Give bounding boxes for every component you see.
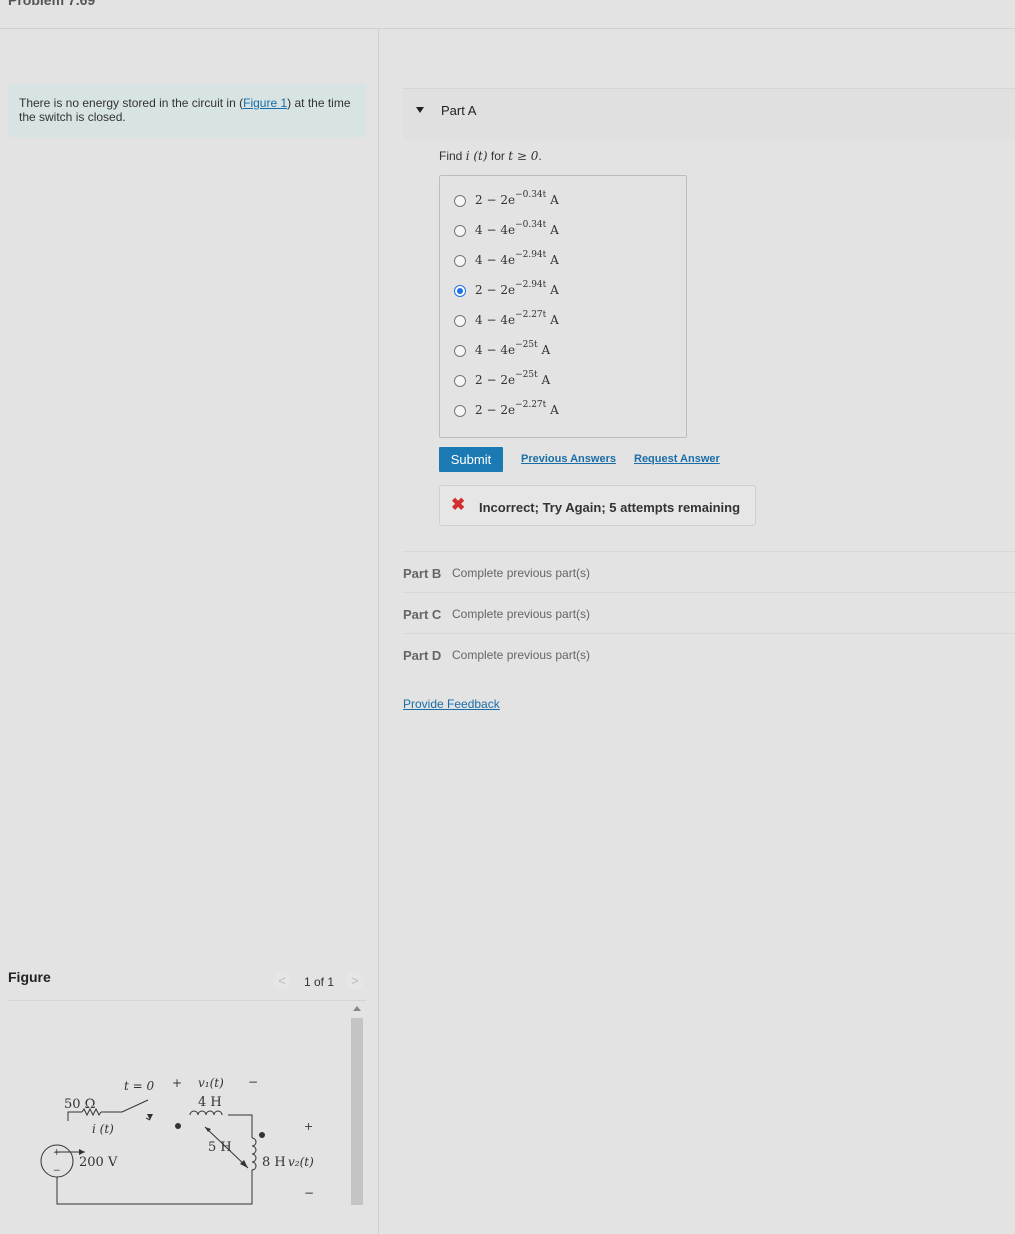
radio-button[interactable] bbox=[454, 225, 466, 237]
question-condition: t ≥ 0 bbox=[508, 149, 539, 163]
v1-plus: + bbox=[172, 1076, 182, 1090]
part-c-label: Part C bbox=[403, 607, 442, 622]
wire-left-top bbox=[67, 1111, 82, 1121]
next-figure-button[interactable]: > bbox=[346, 972, 364, 990]
source-plus: + bbox=[53, 1148, 61, 1158]
radio-button[interactable] bbox=[454, 345, 466, 357]
part-c-row[interactable]: Part C Complete previous part(s) bbox=[403, 592, 1015, 633]
current-label: i (t) bbox=[92, 1122, 114, 1136]
radio-button[interactable] bbox=[454, 405, 466, 417]
source-label: 200 V bbox=[79, 1155, 118, 1170]
circuit-diagram: 50 Ω i (t) + − 200 V t = 0 + v₁(t) − 4 H… bbox=[40, 1075, 314, 1205]
dot-l1 bbox=[175, 1123, 181, 1129]
figure-title: Figure bbox=[8, 969, 51, 985]
part-a-label: Part A bbox=[441, 103, 477, 118]
question-suffix: . bbox=[538, 149, 542, 163]
part-d-row[interactable]: Part D Complete previous part(s) bbox=[403, 633, 1015, 674]
feedback-text: Incorrect; Try Again; 5 attempts remaini… bbox=[479, 500, 741, 515]
mutual-label: 5 H bbox=[208, 1140, 232, 1155]
part-b-row[interactable]: Part B Complete previous part(s) bbox=[403, 551, 1015, 592]
figure-count: 1 of 1 bbox=[304, 975, 335, 989]
part-a-header[interactable]: Part A bbox=[403, 88, 1015, 139]
wire-l1-right bbox=[228, 1114, 253, 1138]
radio-button-selected[interactable] bbox=[454, 285, 466, 297]
caret-down-icon bbox=[416, 107, 424, 113]
radio-button[interactable] bbox=[454, 255, 466, 267]
radio-button[interactable] bbox=[454, 375, 466, 387]
v1-minus: − bbox=[248, 1075, 258, 1089]
choice-expression: 4 − 4e−25t A bbox=[475, 340, 551, 357]
part-c-status: Complete previous part(s) bbox=[452, 607, 591, 621]
resistor-label: 50 Ω bbox=[64, 1097, 95, 1112]
choice-expression: 2 − 2e−0.34t A bbox=[475, 190, 559, 207]
choice-expression: 2 − 2e−2.27t A bbox=[475, 400, 559, 417]
top-bar: Problem 7.69 bbox=[0, 0, 1015, 29]
answer-choices: 2 − 2e−0.34t A 4 − 4e−0.34t A 4 − 4e−2.9… bbox=[439, 175, 687, 438]
feedback-box: ✖ Incorrect; Try Again; 5 attempts remai… bbox=[439, 485, 756, 526]
request-answer-link[interactable]: Request Answer bbox=[634, 453, 720, 465]
inductor-l1 bbox=[189, 1110, 223, 1116]
inductor-l2 bbox=[251, 1137, 257, 1174]
scrollbar-thumb[interactable] bbox=[351, 1018, 363, 1205]
switch-blade bbox=[121, 1099, 149, 1113]
column-divider bbox=[378, 29, 379, 1234]
choice-expression: 4 − 4e−2.94t A bbox=[475, 250, 559, 267]
source-minus: − bbox=[53, 1166, 61, 1176]
switch-label: t = 0 bbox=[124, 1079, 155, 1093]
v2-minus: − bbox=[304, 1186, 314, 1200]
part-d-status: Complete previous part(s) bbox=[452, 648, 591, 662]
scroll-up-icon[interactable] bbox=[353, 1006, 361, 1011]
radio-button[interactable] bbox=[454, 315, 466, 327]
figure-scrollbar[interactable] bbox=[350, 1006, 364, 1205]
question-mid: for bbox=[487, 149, 509, 163]
part-d-label: Part D bbox=[403, 648, 442, 663]
problem-intro: There is no energy stored in the circuit… bbox=[8, 84, 366, 137]
choice-expression: 4 − 4e−0.34t A bbox=[475, 220, 559, 237]
provide-feedback-link[interactable]: Provide Feedback bbox=[403, 697, 500, 711]
page-title: Problem 7.69 bbox=[8, 0, 96, 8]
error-x-icon: ✖ bbox=[451, 495, 466, 514]
prev-figure-button[interactable]: < bbox=[273, 972, 291, 990]
question-prefix: Find bbox=[439, 149, 466, 163]
v2-label: v₂(t) bbox=[288, 1155, 314, 1169]
dot-l2 bbox=[259, 1132, 265, 1138]
v1-label: v₁(t) bbox=[198, 1076, 224, 1090]
choice-expression: 4 − 4e−2.27t A bbox=[475, 310, 559, 327]
figure-pager: < 1 of 1 > bbox=[273, 972, 365, 992]
wire-bottom bbox=[56, 1174, 253, 1205]
part-b-status: Complete previous part(s) bbox=[452, 566, 591, 580]
question-variable: i (t) bbox=[465, 149, 488, 163]
intro-text-before: There is no energy stored in the circuit… bbox=[19, 96, 244, 110]
submit-button[interactable]: Submit bbox=[439, 447, 503, 472]
l1-label: 4 H bbox=[198, 1095, 222, 1110]
question-text: Find i (t) for t ≥ 0. bbox=[439, 149, 542, 163]
l2-label: 8 H bbox=[262, 1155, 286, 1170]
previous-answers-link[interactable]: Previous Answers bbox=[521, 453, 616, 465]
figure-link[interactable]: Figure 1 bbox=[243, 96, 287, 110]
v2-plus: + bbox=[304, 1120, 313, 1133]
choice-expression: 2 − 2e−2.94t A bbox=[475, 280, 559, 297]
part-b-label: Part B bbox=[403, 566, 442, 581]
figure-separator bbox=[8, 1000, 366, 1001]
radio-button[interactable] bbox=[454, 195, 466, 207]
choice-expression: 2 − 2e−25t A bbox=[475, 370, 551, 387]
